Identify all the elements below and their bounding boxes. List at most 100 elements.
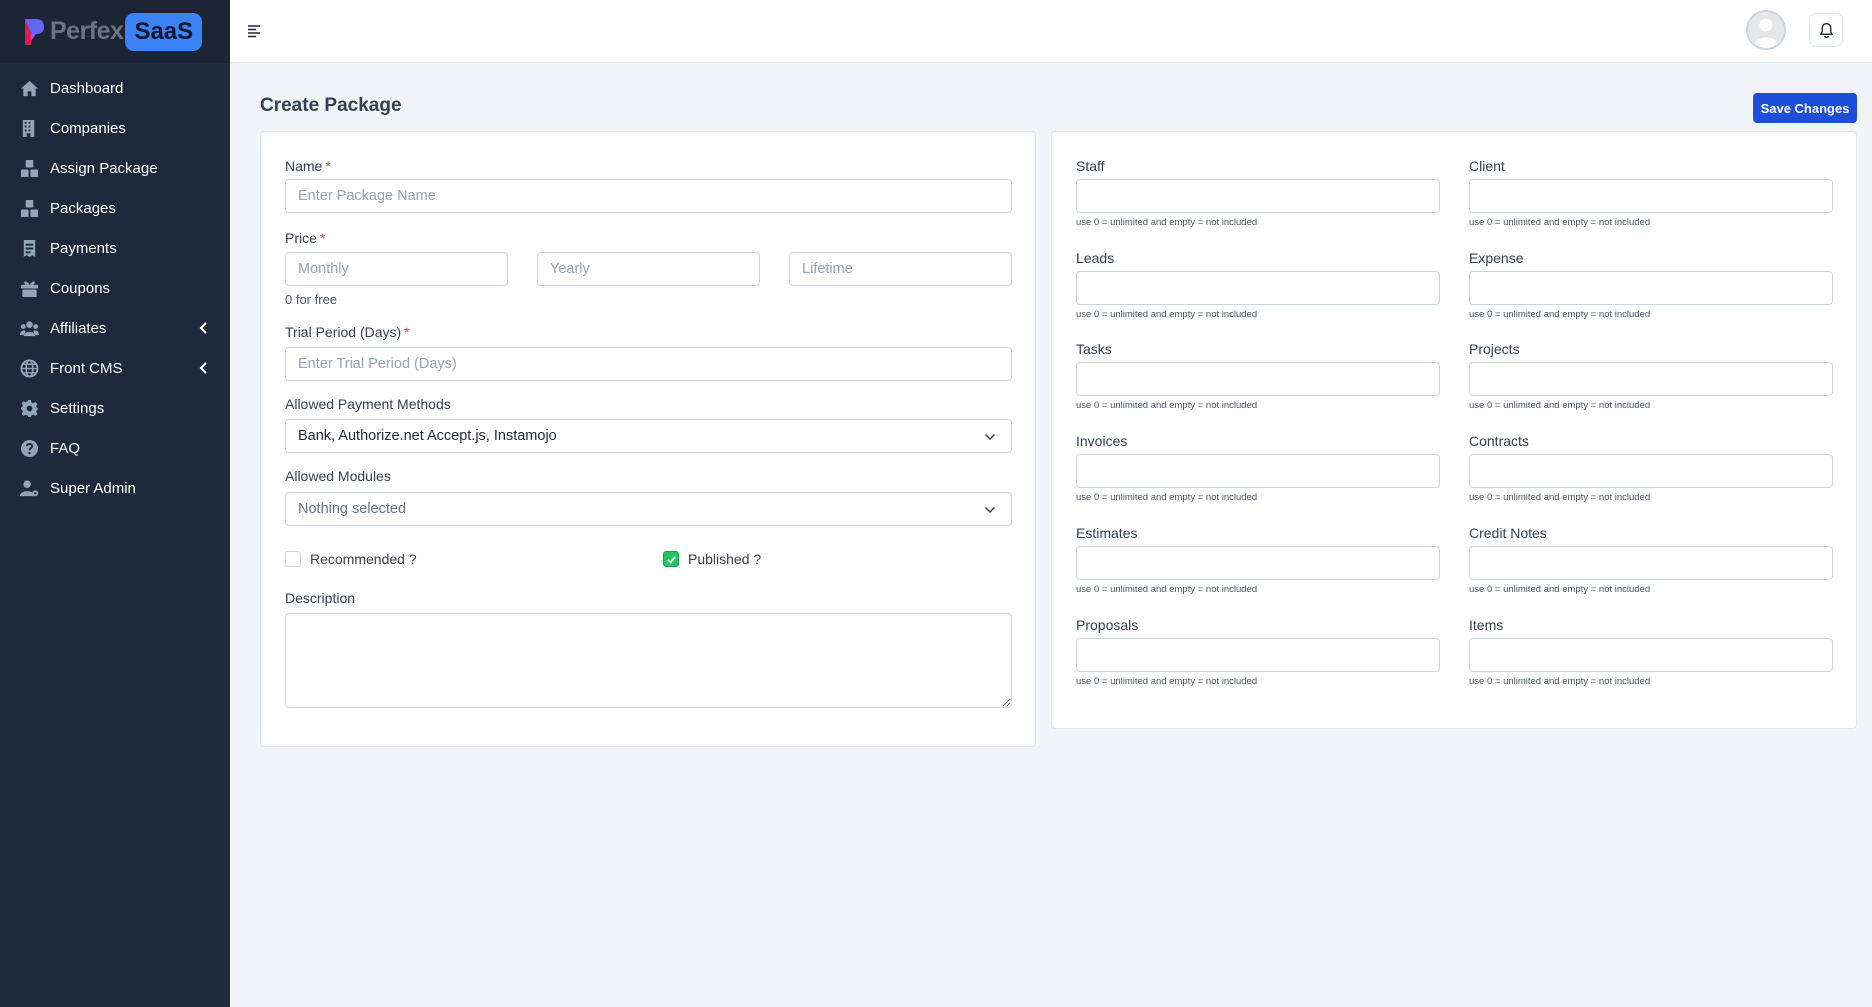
- sidebar-item-coupons[interactable]: Coupons: [0, 268, 230, 308]
- modules-label: Allowed Modules: [285, 468, 391, 484]
- save-changes-button[interactable]: Save Changes: [1753, 93, 1857, 123]
- staff-label: Staff: [1076, 158, 1105, 174]
- expense-label: Expense: [1469, 249, 1524, 266]
- perfex-logo-icon: [22, 17, 46, 47]
- invoices-help-text: use 0 = unlimited and empty = not includ…: [1076, 492, 1258, 504]
- estimates-help-text: use 0 = unlimited and empty = not includ…: [1076, 583, 1258, 595]
- tasks-help-text: use 0 = unlimited and empty = not includ…: [1076, 400, 1258, 412]
- sidebar-item-settings[interactable]: Settings: [0, 388, 230, 428]
- contracts-help-text: use 0 = unlimited and empty = not includ…: [1469, 492, 1651, 504]
- description-textarea[interactable]: [285, 613, 1012, 708]
- price-yearly-input[interactable]: [537, 252, 760, 286]
- proposals-label: Proposals: [1076, 616, 1139, 633]
- sidebar: Perfex SaaS Dashboard Companies Assign P…: [0, 0, 230, 1007]
- chevron-left-icon: [198, 321, 210, 335]
- package-limits-card: Staff use 0 = unlimited and empty = not i…: [1051, 131, 1857, 729]
- published-label: Published ?: [688, 551, 762, 567]
- proposals-help-text: use 0 = unlimited and empty = not includ…: [1076, 675, 1258, 687]
- sidebar-item-faq[interactable]: FAQ: [0, 428, 230, 468]
- payment-methods-label: Allowed Payment Methods: [285, 396, 451, 412]
- user-gear-icon: [19, 478, 39, 498]
- expense-limit-input[interactable]: [1469, 270, 1833, 305]
- projects-limit-input[interactable]: [1469, 362, 1833, 397]
- credit-notes-limit-input[interactable]: [1469, 545, 1833, 580]
- brand-logo[interactable]: Perfex SaaS: [0, 0, 230, 63]
- invoices-limit-input[interactable]: [1076, 454, 1440, 489]
- top-bar: [230, 0, 1872, 63]
- chevron-down-icon: [984, 504, 996, 516]
- sidebar-item-label: Front CMS: [50, 359, 123, 377]
- name-label: Name *: [285, 158, 331, 174]
- globe-icon: [19, 358, 39, 378]
- sidebar-item-label: Settings: [50, 399, 105, 417]
- trial-period-label: Trial Period (Days) *: [285, 324, 410, 340]
- items-help-text: use 0 = unlimited and empty = not includ…: [1469, 675, 1651, 687]
- boxes-icon: [19, 198, 39, 218]
- home-icon: [19, 78, 39, 98]
- proposals-limit-input[interactable]: [1076, 637, 1440, 672]
- gear-icon: [19, 398, 39, 418]
- sidebar-item-label: Super Admin: [50, 479, 136, 497]
- staff-limit-input[interactable]: [1076, 179, 1440, 213]
- estimates-limit-input[interactable]: [1076, 545, 1440, 580]
- trial-period-input[interactable]: [285, 347, 1012, 381]
- payment-methods-value: Bank, Authorize.net Accept.js, Instamojo: [298, 428, 557, 444]
- user-avatar[interactable]: [1746, 10, 1786, 50]
- price-monthly-input[interactable]: [285, 252, 508, 286]
- published-checkbox[interactable]: Published ?: [663, 551, 761, 567]
- leads-limit-input[interactable]: [1076, 270, 1440, 305]
- estimates-label: Estimates: [1076, 524, 1138, 541]
- package-details-card: Name* Price* 0 for free Trial Period (Da…: [260, 131, 1036, 747]
- chevron-left-icon: [198, 361, 210, 375]
- sidebar-item-packages[interactable]: Packages: [0, 188, 230, 228]
- sidebar-item-super-admin[interactable]: Super Admin: [0, 468, 230, 508]
- modules-select[interactable]: Nothing selected: [285, 492, 1012, 526]
- projects-help-text: use 0 = unlimited and empty = not includ…: [1469, 400, 1651, 412]
- receipt-icon: [19, 238, 39, 258]
- sidebar-item-label: Packages: [50, 199, 116, 217]
- sidebar-item-label: Coupons: [50, 279, 111, 297]
- tasks-label: Tasks: [1076, 341, 1112, 358]
- sidebar-item-dashboard[interactable]: Dashboard: [0, 68, 230, 108]
- invoices-label: Invoices: [1076, 433, 1128, 450]
- price-lifetime-input[interactable]: [789, 252, 1012, 286]
- tasks-limit-input[interactable]: [1076, 362, 1440, 397]
- recommended-label: Recommended ?: [310, 551, 417, 567]
- sidebar-item-affiliates[interactable]: Affiliates: [0, 308, 230, 348]
- payment-methods-select[interactable]: Bank, Authorize.net Accept.js, Instamojo: [285, 419, 1012, 453]
- items-limit-input[interactable]: [1469, 637, 1833, 672]
- description-label: Description: [285, 590, 356, 606]
- staff-help-text: use 0 = unlimited and empty = not includ…: [1076, 217, 1258, 228]
- contracts-label: Contracts: [1469, 433, 1529, 450]
- menu-toggle-icon[interactable]: [246, 23, 262, 39]
- credit-notes-label: Credit Notes: [1469, 524, 1547, 541]
- check-icon: [663, 551, 679, 567]
- price-hint: 0 for free: [285, 292, 338, 307]
- modules-value: Nothing selected: [298, 501, 407, 517]
- notifications-bell-icon[interactable]: [1809, 13, 1843, 47]
- sidebar-item-assign-package[interactable]: Assign Package: [0, 148, 230, 188]
- projects-label: Projects: [1469, 341, 1520, 358]
- sidebar-item-companies[interactable]: Companies: [0, 108, 230, 148]
- chevron-down-icon: [984, 431, 996, 443]
- client-limit-input[interactable]: [1469, 179, 1833, 213]
- package-name-input[interactable]: [285, 179, 1012, 213]
- users-icon: [19, 318, 39, 338]
- sidebar-item-label: FAQ: [50, 439, 81, 457]
- contracts-limit-input[interactable]: [1469, 454, 1833, 489]
- brand-name: Perfex: [50, 17, 124, 45]
- client-help-text: use 0 = unlimited and empty = not includ…: [1469, 217, 1651, 228]
- expense-help-text: use 0 = unlimited and empty = not includ…: [1469, 308, 1651, 320]
- recommended-checkbox[interactable]: Recommended ?: [285, 551, 417, 567]
- credit-notes-help-text: use 0 = unlimited and empty = not includ…: [1469, 583, 1651, 595]
- question-icon: [19, 438, 39, 458]
- sidebar-item-front-cms[interactable]: Front CMS: [0, 348, 230, 388]
- gift-icon: [19, 278, 39, 298]
- sidebar-item-label: Assign Package: [50, 159, 158, 177]
- sidebar-nav: Dashboard Companies Assign Package Packa…: [0, 63, 230, 508]
- sidebar-item-label: Companies: [50, 119, 126, 137]
- building-icon: [19, 118, 39, 138]
- price-label: Price *: [285, 230, 326, 246]
- sidebar-item-payments[interactable]: Payments: [0, 228, 230, 268]
- leads-help-text: use 0 = unlimited and empty = not includ…: [1076, 308, 1258, 320]
